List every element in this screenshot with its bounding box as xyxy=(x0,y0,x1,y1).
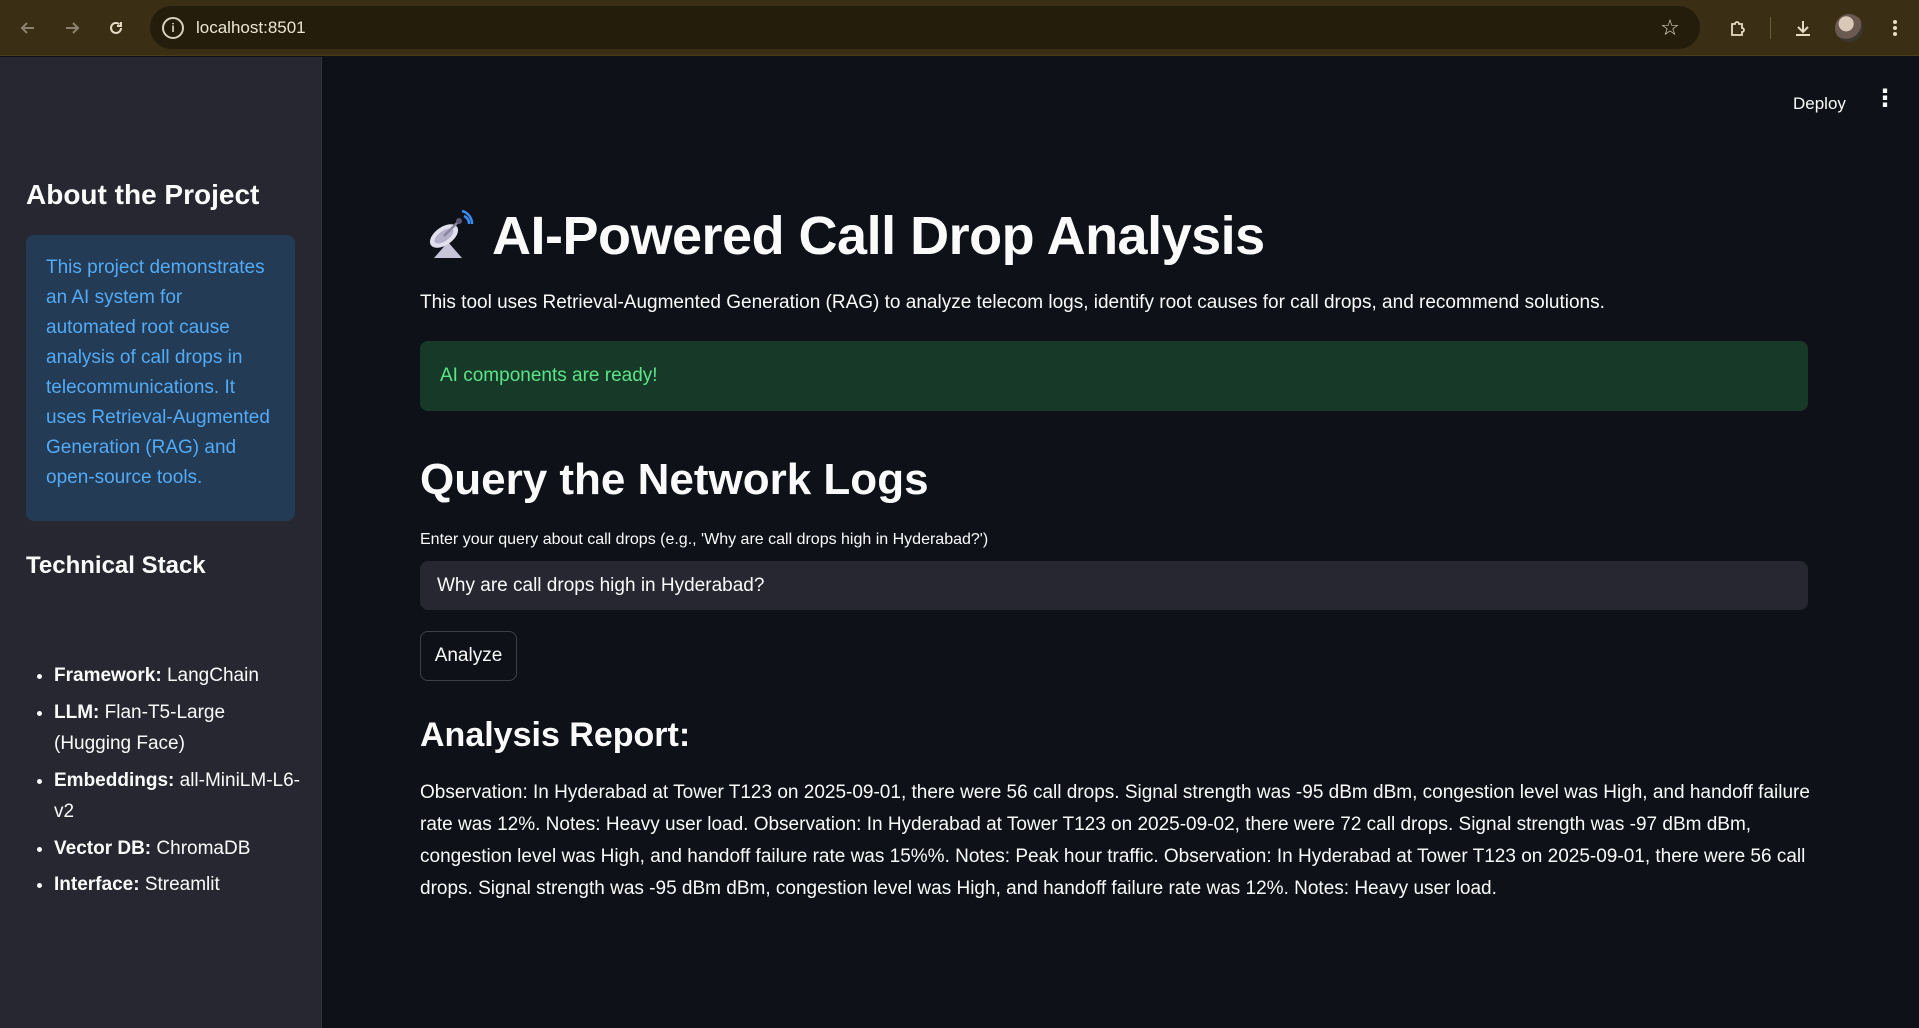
about-info-box: This project demonstrates an AI system f… xyxy=(26,235,295,521)
list-item: LLM: Flan-T5-Large (Hugging Face) xyxy=(54,697,304,760)
stack-key: Vector DB: xyxy=(54,837,152,859)
stack-value: Streamlit xyxy=(144,874,220,895)
address-bar[interactable]: i localhost:8501 ☆ xyxy=(150,6,1700,49)
reload-icon[interactable] xyxy=(98,10,134,46)
success-alert: AI components are ready! xyxy=(420,341,1808,411)
page-title: AI-Powered Call Drop Analysis xyxy=(492,206,1265,266)
stack-key: LLM: xyxy=(54,701,100,723)
list-item: Vector DB: ChromaDB xyxy=(54,833,304,865)
profile-avatar[interactable] xyxy=(1835,14,1863,42)
title-row: AI-Powered Call Drop Analysis xyxy=(420,205,1265,267)
stack-value: LangChain xyxy=(166,665,259,686)
list-item: Interface: Streamlit xyxy=(54,869,304,901)
about-heading: About the Project xyxy=(26,179,260,210)
tech-stack-heading: Technical Stack xyxy=(26,552,206,579)
list-item: Framework: LangChain xyxy=(54,660,304,692)
browser-menu-icon[interactable] xyxy=(1881,14,1909,42)
main-content: Deploy ⋮ AI-Powered Call Drop Analysis T… xyxy=(323,57,1919,1028)
satellite-antenna-icon xyxy=(420,208,476,264)
extensions-icon[interactable] xyxy=(1724,14,1752,42)
query-heading: Query the Network Logs xyxy=(420,455,929,504)
report-heading: Analysis Report: xyxy=(420,716,691,754)
report-text: Observation: In Hyderabad at Tower T123 … xyxy=(420,782,1810,899)
analyze-button[interactable]: Analyze xyxy=(420,631,517,681)
stack-key: Framework: xyxy=(54,665,162,686)
stack-key: Embeddings: xyxy=(54,769,175,791)
tech-stack-list: Framework: LangChain LLM: Flan-T5-Large … xyxy=(54,660,304,906)
forward-icon[interactable] xyxy=(54,10,90,46)
stack-key: Interface: xyxy=(54,874,140,895)
url-text[interactable]: localhost:8501 xyxy=(196,18,306,38)
intro-text: This tool uses Retrieval-Augmented Gener… xyxy=(420,292,1605,313)
main-menu-icon[interactable]: ⋮ xyxy=(1870,81,1900,117)
download-icon[interactable] xyxy=(1789,14,1817,42)
bookmark-star-icon[interactable]: ☆ xyxy=(1656,14,1684,42)
query-input[interactable] xyxy=(420,561,1808,610)
site-info-icon[interactable]: i xyxy=(162,16,184,39)
browser-toolbar: i localhost:8501 ☆ xyxy=(0,0,1919,56)
browser-right-tools xyxy=(1724,10,1909,46)
list-item: Embeddings: all-MiniLM-L6-v2 xyxy=(54,765,304,828)
stack-value: ChromaDB xyxy=(156,837,251,859)
toolbar-divider xyxy=(1770,17,1771,39)
query-label: Enter your query about call drops (e.g.,… xyxy=(420,531,989,548)
back-icon[interactable] xyxy=(10,10,46,46)
sidebar: About the Project This project demonstra… xyxy=(0,57,322,1028)
